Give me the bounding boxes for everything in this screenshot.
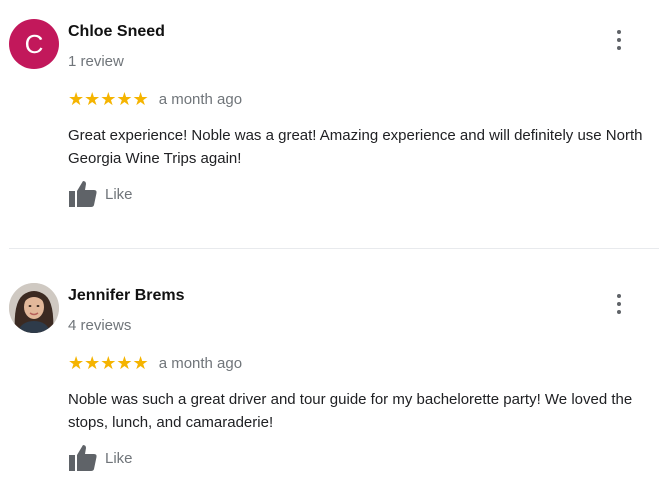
thumb-up-icon: [69, 181, 97, 207]
star-rating: ★★★★★: [68, 88, 149, 110]
thumb-up-icon: [69, 445, 97, 471]
rating-row: ★★★★★ a month ago: [68, 352, 243, 374]
more-vert-icon: [617, 294, 621, 298]
reviewer-review-count: 4 reviews: [68, 317, 132, 334]
divider: [9, 248, 659, 249]
like-label: Like: [105, 449, 133, 467]
review-card: C Chloe Sneed 1 review ★★★★★ a month ago…: [0, 0, 672, 249]
star-rating: ★★★★★: [68, 352, 149, 374]
more-options-button[interactable]: [607, 28, 631, 52]
like-button[interactable]: Like: [68, 180, 133, 208]
like-button[interactable]: Like: [68, 444, 133, 472]
review-text: Noble was such a great driver and tour g…: [68, 391, 633, 431]
like-label: Like: [105, 185, 133, 203]
review-card: Jennifer Brems 4 reviews ★★★★★ a month a…: [0, 264, 672, 501]
profile-photo: [9, 283, 59, 333]
review-date: a month ago: [158, 354, 243, 372]
avatar[interactable]: [9, 283, 59, 333]
rating-row: ★★★★★ a month ago: [68, 88, 243, 110]
more-options-button[interactable]: [607, 292, 631, 316]
review-date: a month ago: [158, 90, 243, 108]
avatar[interactable]: C: [9, 19, 59, 69]
reviewer-name[interactable]: Chloe Sneed: [68, 23, 165, 41]
review-text: Great experience! Noble was a great! Ama…: [68, 127, 643, 167]
more-vert-icon: [617, 30, 621, 34]
reviewer-review-count: 1 review: [68, 53, 124, 70]
reviewer-name[interactable]: Jennifer Brems: [68, 287, 185, 305]
